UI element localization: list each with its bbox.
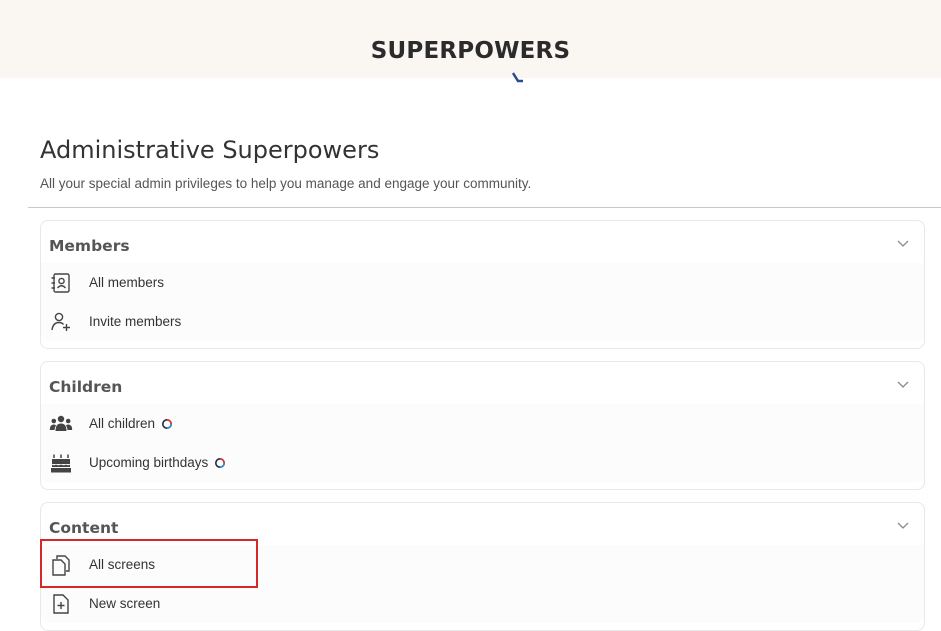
status-badge-icon <box>162 419 173 429</box>
chevron-down-icon[interactable] <box>896 237 910 251</box>
section-header-children[interactable]: Children <box>41 362 924 404</box>
banner-title: SUPERPOWERS <box>370 38 571 64</box>
menu-item-text: Upcoming birthdays <box>89 455 209 470</box>
section-title: Children <box>49 378 123 396</box>
menu-item-label: All children <box>89 416 173 431</box>
section-body: All children Upcoming birthdays <box>41 404 924 482</box>
section-body: All screens New screen <box>41 545 924 623</box>
section-header-members[interactable]: Members <box>41 221 924 263</box>
group-icon <box>49 415 73 431</box>
menu-item-label: Invite members <box>89 314 182 329</box>
section-title: Members <box>49 237 130 255</box>
logo-fragment-icon <box>512 72 523 83</box>
section-members: Members All members Invite members <box>40 220 925 349</box>
menu-item-label: Upcoming birthdays <box>89 455 226 470</box>
header-banner: SUPERPOWERS <box>0 0 941 83</box>
section-title: Content <box>49 519 119 537</box>
menu-item-label: New screen <box>89 596 161 611</box>
invite-user-icon <box>51 312 70 331</box>
menu-item-upcoming-birthdays[interactable]: Upcoming birthdays <box>41 443 924 482</box>
page-title: Administrative Superpowers <box>40 136 380 164</box>
section-content: Content All screens New screen <box>40 502 925 631</box>
divider <box>28 207 941 208</box>
chevron-down-icon[interactable] <box>896 519 910 533</box>
chevron-down-icon[interactable] <box>896 378 910 392</box>
copy-pages-icon <box>52 555 70 576</box>
menu-item-all-children[interactable]: All children <box>41 404 924 443</box>
page-subtitle: All your special admin privileges to hel… <box>40 176 532 191</box>
section-header-content[interactable]: Content <box>41 503 924 545</box>
menu-item-label: All screens <box>89 557 156 572</box>
new-page-icon <box>53 594 69 614</box>
menu-item-label: All members <box>89 275 165 290</box>
menu-item-invite-members[interactable]: Invite members <box>41 302 924 341</box>
status-badge-icon <box>215 458 226 468</box>
menu-item-all-members[interactable]: All members <box>41 263 924 302</box>
section-children: Children All children Upcoming birthdays <box>40 361 925 490</box>
member-list-icon <box>51 273 70 293</box>
menu-item-new-screen[interactable]: New screen <box>41 584 924 623</box>
section-body: All members Invite members <box>41 263 924 341</box>
cake-icon <box>51 454 71 473</box>
menu-item-all-screens[interactable]: All screens <box>41 545 924 584</box>
menu-item-text: All children <box>89 416 156 431</box>
